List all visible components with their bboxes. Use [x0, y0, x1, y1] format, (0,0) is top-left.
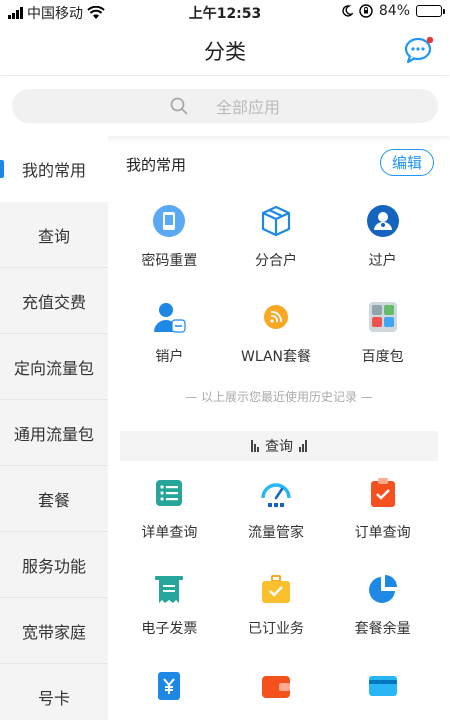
wifi-icon: [259, 300, 293, 334]
sidebar-item-label: 充值交费: [21, 292, 86, 312]
app-grid-icon: [366, 300, 400, 334]
user-cancel-icon: [152, 300, 186, 334]
page-title: 分类: [204, 40, 246, 64]
clipboard-icon: [366, 476, 400, 510]
battery-percent: 84%: [378, 3, 410, 19]
category-sidebar: 我的常用查询充值交费定向流量包通用流量包套餐服务功能宽带家庭号卡: [0, 136, 108, 720]
sidebar-item-label: 宽带家庭: [21, 622, 86, 642]
chat-bubble-icon: [404, 36, 434, 64]
user-transfer-icon: [366, 204, 400, 238]
sidebar-item-2[interactable]: 充值交费: [0, 268, 108, 334]
app-tile-label: 已订业务: [247, 621, 304, 637]
app-tile-label: 销户: [155, 349, 184, 365]
query-grid: 详单查询 流量管家 订单查询电子发票 已订业务 套餐余量: [116, 466, 436, 720]
card-icon: [366, 668, 400, 702]
phone-password-icon: [152, 204, 186, 238]
app-tile[interactable]: [329, 658, 436, 720]
app-tile[interactable]: 销户: [116, 290, 223, 386]
sidebar-item-6[interactable]: 服务功能: [0, 532, 108, 598]
app-tile-label: 分合户: [254, 253, 297, 269]
app-tile-label: 流量管家: [247, 525, 304, 541]
app-tile[interactable]: WLAN套餐: [223, 290, 330, 386]
app-tile-label: WLAN套餐: [240, 349, 311, 365]
invoice-icon: [152, 572, 186, 606]
speedometer-icon: [259, 476, 293, 510]
sidebar-item-label: 套餐: [37, 490, 70, 510]
search-placeholder: 全部应用: [215, 98, 280, 117]
orientation-lock-icon: [359, 4, 373, 18]
main-panel: 我的常用 编辑 密码重置 分合户 过户销户 WLAN套餐 百度包 — 以上展示您最近使用…: [108, 136, 450, 720]
app-tile[interactable]: [116, 658, 223, 720]
sidebar-item-label: 号卡: [37, 688, 70, 708]
sidebar-item-1[interactable]: 查询: [0, 202, 108, 268]
top-nav: 分类: [0, 24, 450, 76]
app-tile[interactable]: 流量管家: [223, 466, 330, 562]
app-tile-label: 套餐余量: [354, 621, 411, 637]
search-input[interactable]: 全部应用: [12, 89, 438, 123]
yuan-icon: [152, 668, 186, 702]
sidebar-item-8[interactable]: 号卡: [0, 664, 108, 720]
app-tile-label: 百度包: [361, 349, 404, 365]
app-tile-label: 过户: [368, 253, 397, 269]
sidebar-item-7[interactable]: 宽带家庭: [0, 598, 108, 664]
favorites-grid: 密码重置 分合户 过户销户 WLAN套餐 百度包: [116, 194, 436, 386]
app-tile[interactable]: 套餐余量: [329, 562, 436, 658]
list-icon: [152, 476, 186, 510]
app-tile[interactable]: 过户: [329, 194, 436, 290]
app-tile[interactable]: [223, 658, 330, 720]
app-tile[interactable]: 电子发票: [116, 562, 223, 658]
history-hint: — 以上展示您最近使用历史记录 —: [185, 390, 373, 404]
battery-icon: [416, 5, 445, 17]
app-tile-label: 电子发票: [141, 621, 198, 637]
edit-button[interactable]: 编辑: [380, 149, 434, 176]
section-title: 我的常用: [126, 156, 187, 174]
app-tile-label: 密码重置: [141, 253, 198, 269]
status-right: 84%: [341, 3, 445, 19]
bars-icon: [299, 440, 307, 452]
query-section-header: 查询: [120, 431, 438, 461]
app-tile[interactable]: 分合户: [223, 194, 330, 290]
search-area: 全部应用: [0, 76, 450, 136]
sidebar-item-label: 定向流量包: [13, 358, 94, 378]
search-icon: [170, 97, 188, 115]
wallet-icon: [259, 668, 293, 702]
app-tile[interactable]: 密码重置: [116, 194, 223, 290]
sidebar-item-label: 我的常用: [21, 160, 86, 180]
sidebar-item-label: 通用流量包: [13, 424, 94, 444]
sidebar-item-label: 查询: [37, 226, 70, 246]
app-tile[interactable]: 详单查询: [116, 466, 223, 562]
app-tile-label: 详单查询: [141, 525, 198, 541]
box-icon: [259, 204, 293, 238]
sidebar-item-3[interactable]: 定向流量包: [0, 334, 108, 400]
sidebar-item-0[interactable]: 我的常用: [0, 136, 108, 202]
app-tile[interactable]: 订单查询: [329, 466, 436, 562]
app-tile[interactable]: 百度包: [329, 290, 436, 386]
bars-icon: [251, 440, 259, 452]
query-section-label: 查询: [265, 439, 293, 455]
app-tile-label: 订单查询: [354, 525, 411, 541]
status-bar: 中国移动 上午12:53 84%: [0, 0, 450, 24]
message-button[interactable]: [404, 36, 434, 64]
sidebar-item-label: 服务功能: [21, 556, 86, 576]
sidebar-item-4[interactable]: 通用流量包: [0, 400, 108, 466]
app-tile[interactable]: 已订业务: [223, 562, 330, 658]
pie-icon: [366, 572, 400, 606]
moon-icon: [342, 5, 353, 17]
sidebar-item-5[interactable]: 套餐: [0, 466, 108, 532]
briefcase-icon: [259, 572, 293, 606]
